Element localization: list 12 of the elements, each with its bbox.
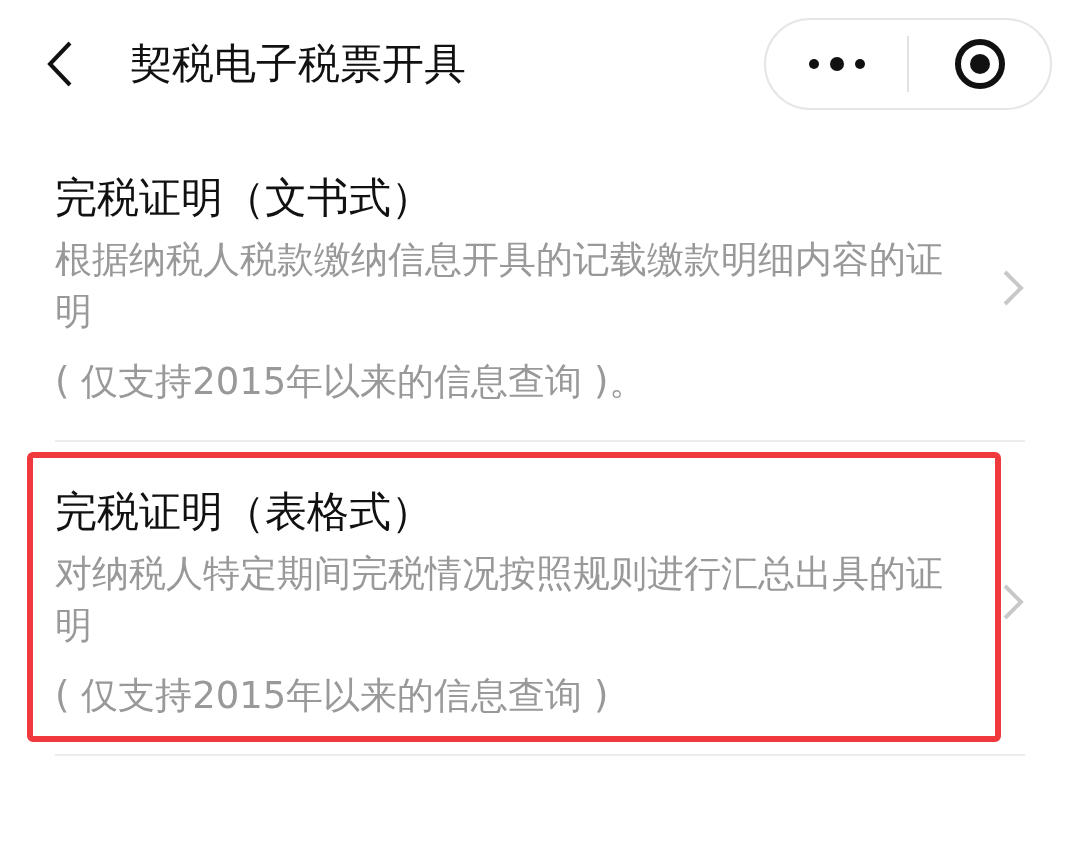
item-description: 对纳税人特定期间完税情况按照规则进行汇总出具的证明 <box>55 551 944 649</box>
chevron-icon <box>1001 268 1025 308</box>
item-note: ( 仅支持2015年以来的信息查询 )。 <box>55 359 647 405</box>
menu-item[interactable]: 完税证明（表格式） 对纳税人特定期间完税情况按照规则进行汇总出具的证明 ( 仅支持2015年以来的信息查询 ) <box>55 442 1025 754</box>
page-title: 契税电子税票开具 <box>130 38 467 90</box>
item-title: 完税证明（表格式） <box>55 486 434 538</box>
target-icon <box>952 37 1007 91</box>
item-title: 完税证明（文书式） <box>55 172 434 224</box>
chevron-icon <box>1001 582 1025 622</box>
item-description: 根据纳税人税款缴纳信息开具的记载缴款明细内容的证明 <box>55 237 944 335</box>
item-note: ( 仅支持2015年以来的信息查询 ) <box>55 673 610 719</box>
menu-item[interactable]: 完税证明（文书式） 根据纳税人税款缴纳信息开具的记载缴款明细内容的证明 ( 仅支持2015年以来的信息查询 )。 <box>55 128 1025 440</box>
